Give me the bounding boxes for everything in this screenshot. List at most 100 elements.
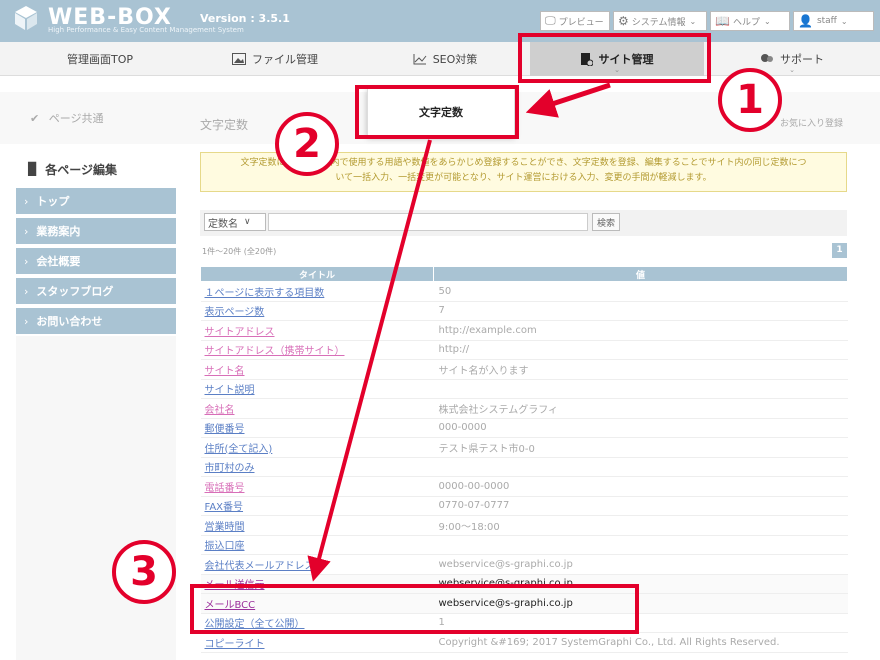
help-button[interactable]: 📖 ヘルプ ⌄	[710, 11, 790, 31]
chat-icon	[760, 53, 774, 65]
row-value: 9:00～18:00	[433, 515, 848, 536]
sidebar-item-staff-blog[interactable]: › スタッフブログ	[16, 278, 176, 306]
row-title-link[interactable]: 表示ページ数	[200, 301, 434, 321]
row-value: http://	[433, 340, 848, 360]
gear-icon: ⚙	[618, 14, 629, 28]
row-value	[433, 379, 848, 399]
row-title-link[interactable]: 電話番号	[200, 476, 434, 497]
search-field-select[interactable]: 定数名 ∨	[204, 213, 266, 231]
row-title-link[interactable]: 市町村のみ	[200, 457, 434, 477]
nav-admin-top-label: 管理画面TOP	[66, 53, 133, 66]
search-button[interactable]: 検索	[592, 213, 621, 231]
nav-seo-label: SEO対策	[432, 53, 478, 66]
preview-button[interactable]: 🖵 プレビュー	[540, 11, 610, 31]
row-title-link[interactable]: 振込口座	[200, 535, 434, 555]
row-title-link[interactable]: 郵便番号	[200, 418, 434, 438]
row-title-link[interactable]: FAX番号	[200, 496, 434, 516]
table-row: サイト説明	[200, 379, 848, 399]
top-bar: WEB-BOX High Performance & Easy Content …	[0, 0, 880, 42]
row-title-link[interactable]: コピーライト	[200, 632, 434, 653]
row-title-link[interactable]: サイトアドレス（携帯サイト）	[200, 340, 434, 360]
nav-support-label: サポート	[780, 53, 824, 66]
monitor-icon: 🖵	[545, 14, 556, 27]
row-title-link[interactable]: 住所(全て記入)	[200, 437, 434, 458]
sidebar-item-label: お問い合わせ	[36, 315, 103, 328]
table-row: FAX番号 0770-07-0777	[200, 496, 848, 516]
annotation-step-2: 2	[275, 112, 339, 176]
app-root: WEB-BOX High Performance & Easy Content …	[0, 0, 880, 660]
row-title-link[interactable]: 会社代表メールアドレス	[200, 554, 434, 575]
sidebar-item-label: 会社概要	[36, 255, 81, 268]
system-info-label: システム情報	[631, 17, 686, 28]
chevron-down-icon: ∨	[244, 217, 251, 227]
row-title-link[interactable]: サイト説明	[200, 379, 434, 399]
chevron-down-icon: ⌄	[789, 66, 795, 74]
logo-cube-icon	[15, 6, 37, 30]
row-title-link[interactable]: １ページに表示する項目数	[200, 281, 434, 302]
system-info-button[interactable]: ⚙ システム情報 ⌄	[613, 11, 707, 31]
table-row: 郵便番号 000-0000	[200, 418, 848, 438]
sidebar-item-top[interactable]: › トップ	[16, 188, 176, 216]
table-row: 表示ページ数 7	[200, 301, 848, 321]
annotation-step-1: 1	[718, 68, 782, 132]
favorite-link[interactable]: お気に入り登録	[780, 116, 843, 129]
sidebar-item-contact[interactable]: › お問い合わせ	[16, 308, 176, 336]
sidebar-item-label: 業務案内	[36, 225, 81, 238]
user-menu-button[interactable]: 👤 staff ⌄	[793, 11, 874, 31]
row-value: サイト名が入ります	[433, 359, 848, 380]
chart-line-icon	[413, 53, 427, 65]
chevron-right-icon: ›	[24, 224, 29, 238]
annotation-step-3: 3	[112, 540, 176, 604]
sidebar-background	[16, 336, 176, 660]
book-icon: ▉	[28, 162, 38, 176]
page-common-link[interactable]: ✔ ページ共通	[30, 110, 104, 126]
row-title-link[interactable]: 営業時間	[200, 515, 434, 536]
chevron-right-icon: ›	[24, 194, 29, 208]
sidebar-item-business[interactable]: › 業務案内	[16, 218, 176, 246]
table-row: 電話番号 0000-00-0000	[200, 476, 848, 497]
row-value: 000-0000	[433, 418, 848, 438]
chevron-right-icon: ›	[24, 254, 29, 268]
row-value: 0000-00-0000	[433, 476, 848, 497]
table-row: サイトアドレス（携帯サイト） http://	[200, 340, 848, 360]
search-input[interactable]	[268, 213, 588, 231]
annotation-box-site-management	[518, 33, 711, 83]
page-number-button[interactable]: 1	[832, 243, 847, 258]
table-row: １ページに表示する項目数 50	[200, 281, 848, 302]
annotation-box-mail-rows	[190, 584, 639, 634]
image-icon	[232, 53, 246, 65]
row-title-link[interactable]: サイトアドレス	[200, 320, 434, 341]
version-label: Version : 3.5.1	[200, 12, 290, 25]
row-title-link[interactable]: 会社名	[200, 398, 434, 419]
row-value: Copyright &#169; 2017 SystemGraphi Co., …	[433, 632, 848, 653]
result-count: 1件～20件 (全20件)	[202, 247, 277, 256]
sidebar-heading: ▉ 各ページ編集	[16, 152, 176, 186]
page-title: 文字定数	[200, 118, 249, 132]
row-title-link[interactable]: サイト名	[200, 359, 434, 380]
sidebar-item-label: スタッフブログ	[36, 285, 114, 298]
table-row: 会社名 株式会社システムグラフィ	[200, 398, 848, 419]
nav-file-management-label: ファイル管理	[252, 53, 318, 66]
nav-admin-top[interactable]: 管理画面TOP	[0, 42, 200, 76]
table-row: 会社代表メールアドレス webservice@s-graphi.co.jp	[200, 554, 848, 575]
logo-tagline: High Performance & Easy Content Manageme…	[48, 26, 244, 34]
table-row: 住所(全て記入) テスト県テスト市0-0	[200, 437, 848, 458]
nav-support[interactable]: サポート ⌄	[704, 42, 880, 76]
column-header-value[interactable]: 値	[433, 266, 848, 282]
table-header-row: タイトル 値	[200, 266, 848, 282]
chevron-right-icon: ›	[24, 284, 29, 298]
row-value: 50	[433, 281, 848, 302]
select-value: 定数名	[208, 218, 238, 230]
nav-seo[interactable]: SEO対策	[345, 42, 545, 76]
table-row: 営業時間 9:00～18:00	[200, 515, 848, 536]
row-value: http://example.com	[433, 320, 848, 341]
check-circle-icon: ✔	[30, 112, 40, 125]
row-value: 株式会社システムグラフィ	[433, 398, 848, 419]
table-row: サイト名 サイト名が入ります	[200, 359, 848, 380]
user-icon: 👤	[798, 14, 813, 28]
column-header-title[interactable]: タイトル	[200, 266, 434, 282]
sidebar-item-company[interactable]: › 会社概要	[16, 248, 176, 276]
row-value	[433, 457, 848, 477]
sidebar-item-label: トップ	[36, 195, 70, 208]
chevron-right-icon: ›	[24, 314, 29, 328]
